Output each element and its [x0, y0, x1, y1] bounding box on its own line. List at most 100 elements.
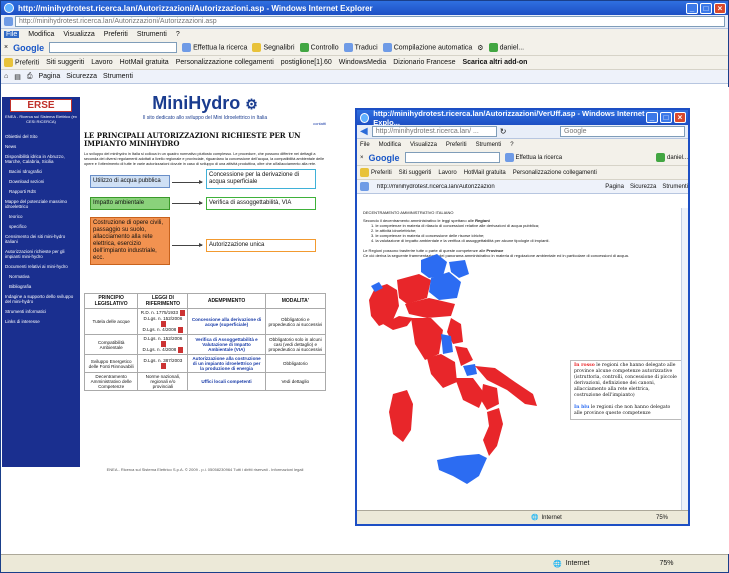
pdf-icon[interactable] [161, 363, 167, 369]
close-button[interactable]: × [714, 2, 726, 14]
cell-task[interactable]: Concessione alla derivazione di acque (s… [187, 308, 266, 335]
nav-item[interactable]: Documenti relativi ai mini-hydro [5, 264, 77, 269]
popup-google-search-input[interactable] [404, 152, 500, 163]
menu-help[interactable]: ? [176, 31, 180, 38]
maximize-button[interactable]: □ [700, 2, 712, 14]
address-input[interactable]: http://minihydrotest.ricerca.lan/Autoriz… [15, 16, 725, 27]
map-regions [369, 254, 537, 484]
nav-item[interactable]: specifico [5, 224, 77, 229]
nav-item[interactable]: teorico [5, 214, 77, 219]
close-toolbar-icon[interactable]: × [4, 44, 8, 51]
favorites-button[interactable]: Preferiti [4, 58, 39, 67]
popup-menu-tools[interactable]: Strumenti [476, 142, 502, 148]
popup-minimize-button[interactable]: _ [646, 112, 658, 123]
menu-file[interactable]: File [4, 31, 20, 38]
home-icon[interactable]: ⌂ [4, 73, 8, 80]
print-icon[interactable]: ⎙ [27, 73, 33, 81]
law-link[interactable]: D.Lgs. n. 4/2008 [140, 327, 185, 333]
autofill-button[interactable]: Compilazione automatica [382, 43, 472, 52]
cell-task[interactable]: Uffici locali competenti [187, 372, 266, 391]
popup-page-menu[interactable]: Pagina [605, 184, 624, 190]
fav-lavoro[interactable]: Lavoro [91, 59, 112, 66]
law-link[interactable]: D.Lgs. n. 387/2003 [140, 358, 185, 369]
law-link[interactable]: Norme nazionali, regionali e/o provincia… [140, 374, 185, 389]
menu-tools[interactable]: Strumenti [137, 31, 167, 38]
popup-menu-help[interactable]: ? [510, 142, 513, 148]
popup-fav-customize[interactable]: Personalizzazione collegamenti [513, 170, 597, 176]
refresh-icon[interactable]: ↻ [500, 127, 507, 136]
nav-item[interactable]: Censimento dei siti mini-hydro italiani [5, 234, 77, 244]
nav-item[interactable]: Obiettivi del Sito [5, 134, 77, 139]
popup-tools-menu[interactable]: Strumenti [662, 184, 688, 190]
popup-fav-suggested[interactable]: Siti suggeriti [399, 170, 432, 176]
law-link[interactable]: D.Lgs. n. 152/2006 [140, 336, 185, 347]
popup-close-toolbar-icon[interactable]: × [360, 155, 364, 161]
popup-address-input[interactable]: http://minihydrotest.ricerca.lan/ ... [371, 126, 497, 137]
table-row: Tutela delle acque R.D. n. 1775/1933 D.Lgs… [83, 308, 327, 335]
google-search-input[interactable] [49, 42, 178, 53]
bookmarks-button[interactable]: Segnalibri [252, 43, 295, 52]
menu-view[interactable]: Visualizza [63, 31, 94, 38]
nav-item[interactable]: Bibliografia [5, 284, 77, 289]
nav-item[interactable]: Download sezioni [5, 179, 77, 184]
popup-maximize-button[interactable]: □ [660, 112, 672, 123]
main-column: MiniHydro ⚙ Il sito dedicato allo svilup… [83, 93, 327, 391]
popup-google-logo: Google [368, 152, 400, 163]
page-menu[interactable]: Pagina [38, 73, 60, 80]
popup-security-menu[interactable]: Sicurezza [630, 184, 656, 190]
tools-menu[interactable]: Strumenti [103, 73, 133, 80]
settings-icon[interactable]: ⚙ [477, 44, 483, 52]
cell-task[interactable]: Verifica di Assoggettabilità e Valutazio… [187, 334, 266, 355]
popup-fav-lavoro[interactable]: Lavoro [438, 170, 456, 176]
law-link[interactable]: D.Lgs. n. 152/2006 [140, 316, 185, 327]
nav-item[interactable]: Rapporti RdS [5, 189, 77, 194]
pdf-icon[interactable] [178, 347, 184, 353]
nav-item[interactable]: Autorizzazioni richieste per gli impiant… [5, 249, 77, 259]
nav-item[interactable]: Normativa [5, 274, 77, 279]
fav-hotmail[interactable]: HotMail gratuita [120, 59, 169, 66]
nav-item[interactable]: Mappe del potenziale massimo idroelettri… [5, 199, 77, 209]
pdf-icon[interactable] [178, 327, 184, 333]
user-button[interactable]: daniel... [488, 43, 524, 52]
nav-item[interactable]: News [5, 144, 77, 149]
translate-button[interactable]: Traduci [343, 43, 378, 52]
nav-item[interactable]: Links di interesse [5, 319, 77, 324]
contact-link[interactable]: contatti [84, 121, 326, 126]
popup-search-input[interactable]: Google [560, 126, 685, 137]
popup-tab[interactable]: http://minihydrotest.ricerca.lan/Autoriz… [377, 184, 495, 190]
search-button[interactable]: Effettua la ricerca [182, 43, 247, 52]
nav-item[interactable]: Bacini Idrografici [5, 169, 77, 174]
popup-search-button[interactable]: Effettua la ricerca [504, 153, 562, 162]
popup-user-button[interactable]: daniel... [655, 153, 688, 162]
law-link[interactable]: D.Lgs. n. 4/2008 [140, 347, 185, 353]
google-logo: Google [13, 42, 45, 53]
fav-suggested-sites[interactable]: Siti suggeriti [46, 59, 84, 66]
popup-menu-file[interactable]: File [360, 142, 370, 148]
nav-item[interactable]: Disponibilità idrica in Abruzzo, Marche,… [5, 154, 77, 164]
fav-windowsmedia[interactable]: WindowsMedia [339, 59, 386, 66]
cell-task[interactable]: Autorizzazione alla costruzione di un im… [187, 354, 266, 373]
back-icon[interactable]: ◀ [360, 126, 368, 137]
rss-icon[interactable]: ▤ [14, 73, 21, 81]
zoom-level[interactable]: 75% [659, 560, 673, 567]
menu-favorites[interactable]: Preferiti [104, 31, 128, 38]
nav-item[interactable]: Strumenti informatici [5, 309, 77, 314]
popup-zoom-level[interactable]: 75% [656, 515, 668, 521]
minihydro-page: ERSE ENEA - Ricerca sul Sistema Elettric… [2, 87, 332, 554]
nav-item[interactable]: Indagine a supporto dello sviluppo del m… [5, 294, 77, 304]
fav-customize-links[interactable]: Personalizzazione collegamenti [176, 59, 274, 66]
fav-dizionario[interactable]: Dizionario Francese [393, 59, 455, 66]
popup-menu-favorites[interactable]: Preferiti [446, 142, 467, 148]
minimize-button[interactable]: _ [686, 2, 698, 14]
popup-favorites-button[interactable]: Preferiti [360, 168, 392, 177]
security-menu[interactable]: Sicurezza [66, 73, 97, 80]
popup-fav-hotmail[interactable]: HotMail gratuita [464, 170, 506, 176]
popup-close-button[interactable]: × [674, 112, 686, 123]
check-button[interactable]: Controllo [299, 43, 339, 52]
fav-postiglione[interactable]: postiglione[1].60 [281, 59, 332, 66]
popup-menu-view[interactable]: Visualizza [410, 142, 437, 148]
menu-edit[interactable]: Modifica [28, 31, 54, 38]
fav-addons[interactable]: Scarica altri add-on [462, 59, 527, 66]
popup-menu-edit[interactable]: Modifica [379, 142, 401, 148]
popup-scrollbar[interactable] [681, 208, 688, 512]
